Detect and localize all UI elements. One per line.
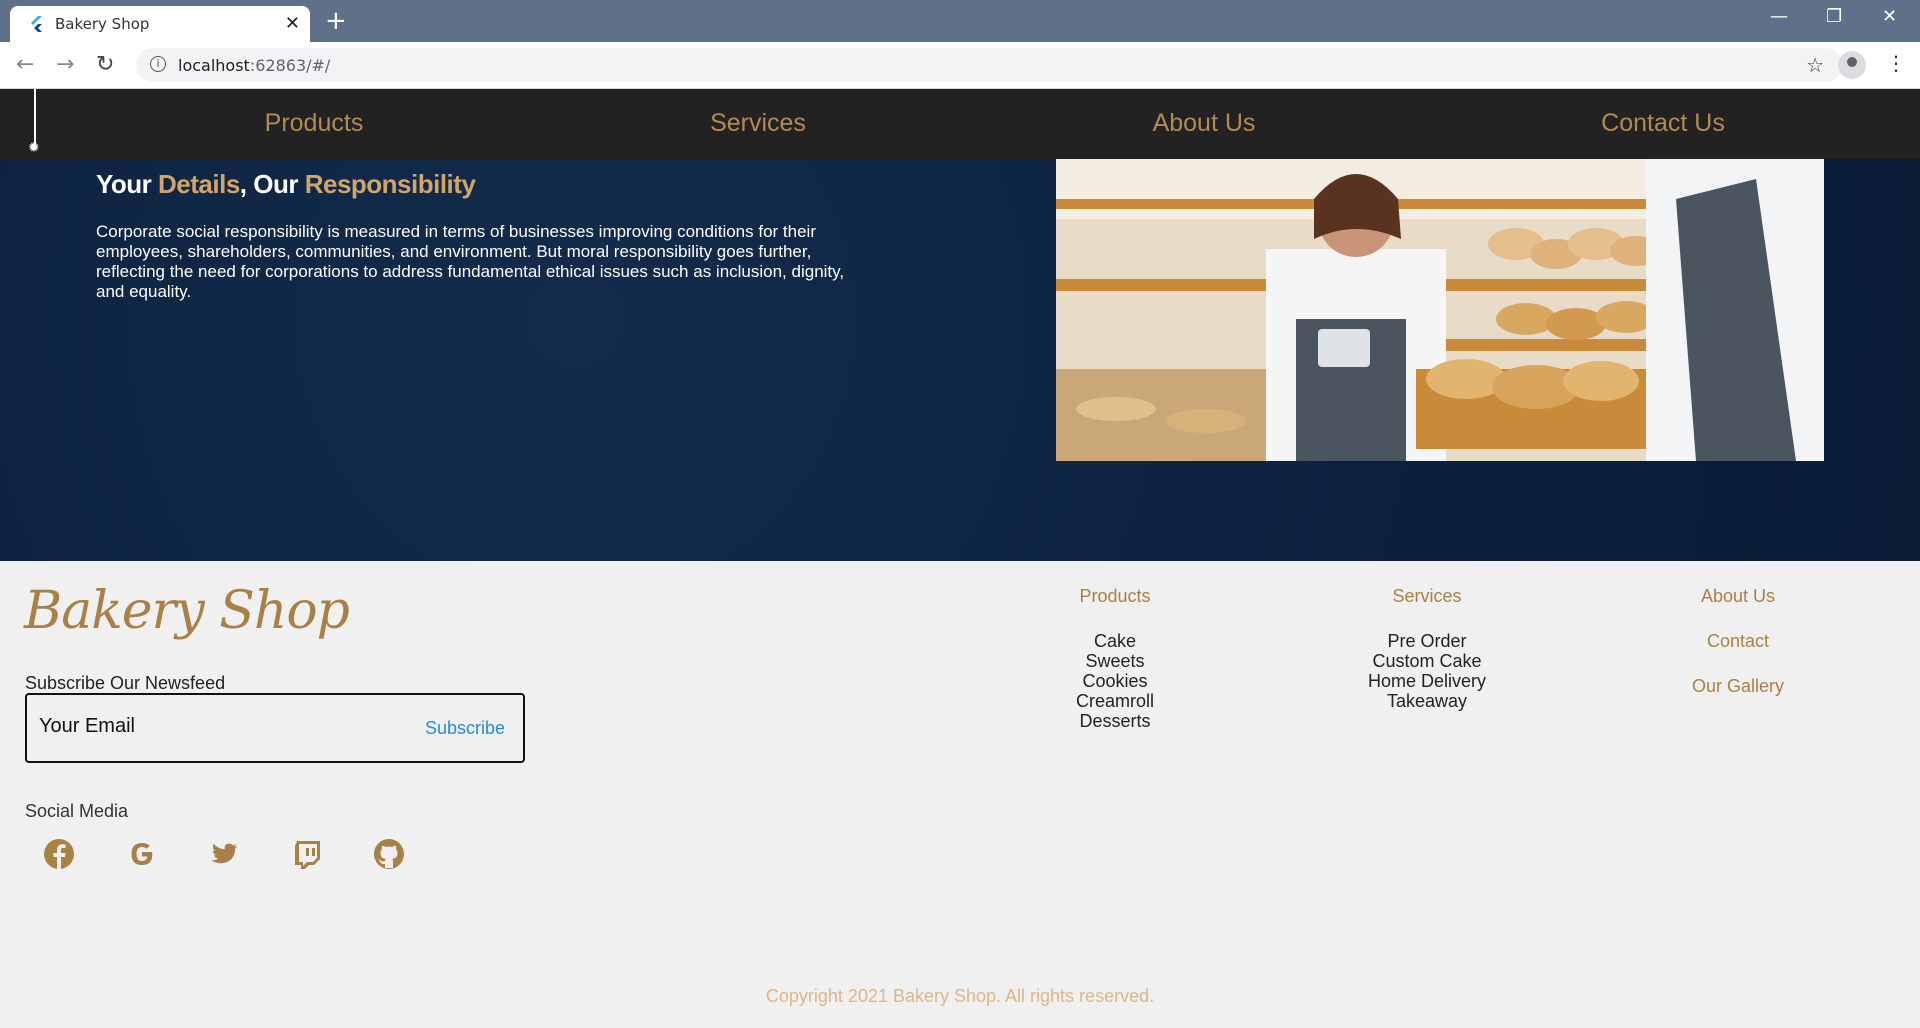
github-icon[interactable] [372,837,406,871]
url-text: localhost:62863/#/ [178,56,331,75]
footer-product-cookies[interactable]: Cookies [995,671,1235,691]
browser-tab-bar: Bakery Shop ✕ + — ❐ ✕ [0,0,1920,42]
back-icon[interactable]: ← [16,52,34,77]
social-media-label: Social Media [25,801,129,821]
footer-product-creamroll[interactable]: Creamroll [995,691,1235,711]
footer-service-pre-order[interactable]: Pre Order [1307,631,1547,651]
footer-products-list: Cake Sweets Cookies Creamroll Desserts [995,631,1235,731]
footer-products-title[interactable]: Products [995,586,1235,607]
profile-avatar-icon[interactable] [1838,51,1866,79]
subscribe-label: Subscribe Our Newsfeed [25,673,226,693]
footer-gallery-link[interactable]: Our Gallery [1618,676,1858,697]
twitch-icon[interactable] [290,837,324,871]
new-tab-icon[interactable]: + [325,6,347,36]
hero-section: Your Details, Our Responsibility Corpora… [0,159,1920,561]
facebook-icon[interactable] [42,837,76,871]
twitter-icon[interactable] [207,837,241,871]
footer-product-desserts[interactable]: Desserts [995,711,1235,731]
browser-tab[interactable]: Bakery Shop ✕ [10,6,310,42]
footer-service-takeaway[interactable]: Takeaway [1307,691,1547,711]
bakery-shop-logo[interactable]: Bakery Shop [24,581,350,641]
hero-description: Corporate social responsibility is measu… [96,222,845,301]
footer-services-list: Pre Order Custom Cake Home Delivery Take… [1307,631,1547,711]
close-tab-icon[interactable]: ✕ [285,13,300,34]
footer-contact-link[interactable]: Contact [1618,631,1858,652]
footer-services-title[interactable]: Services [1307,586,1547,607]
site-nav: ✹ Products Services About Us Contact Us [0,89,1920,159]
forward-icon[interactable]: → [56,52,74,77]
subscribe-form: Subscribe [25,693,525,763]
google-icon[interactable] [125,837,159,871]
bakery-staff-photo [1056,159,1824,461]
site-footer: Bakery Shop Subscribe Our Newsfeed Subsc… [0,561,1920,1028]
hero-title: Your Details, Our Responsibility [96,169,476,199]
tab-title: Bakery Shop [55,15,150,33]
address-bar[interactable]: i localhost:62863/#/ ☆ [136,48,1842,82]
close-window-icon[interactable]: ✕ [1882,6,1897,27]
reload-icon[interactable]: ↻ [96,52,114,77]
nav-about-us[interactable]: About Us [1054,109,1354,138]
subscribe-button[interactable]: Subscribe [425,718,505,739]
nav-products[interactable]: Products [164,109,464,138]
lamp-cord [34,89,36,146]
footer-service-custom-cake[interactable]: Custom Cake [1307,651,1547,671]
browser-toolbar: ← → ↻ i localhost:62863/#/ ☆ ⋮ [0,42,1920,89]
lamp-bulb-icon[interactable]: ✹ [28,141,42,155]
restore-icon[interactable]: ❐ [1826,6,1842,27]
info-icon[interactable]: i [150,56,166,72]
minimize-icon[interactable]: — [1770,6,1788,27]
nav-contact-us[interactable]: Contact Us [1513,109,1813,138]
nav-services[interactable]: Services [608,109,908,138]
flutter-icon [31,16,42,32]
email-input[interactable] [39,715,399,738]
footer-product-cake[interactable]: Cake [995,631,1235,651]
footer-about-us-link[interactable]: About Us [1618,586,1858,607]
footer-service-home-delivery[interactable]: Home Delivery [1307,671,1547,691]
bookmark-star-icon[interactable]: ☆ [1806,53,1824,78]
footer-product-sweets[interactable]: Sweets [995,651,1235,671]
copyright-text: Copyright 2021 Bakery Shop. All rights r… [765,986,1155,1006]
browser-menu-icon[interactable]: ⋮ [1886,51,1906,75]
